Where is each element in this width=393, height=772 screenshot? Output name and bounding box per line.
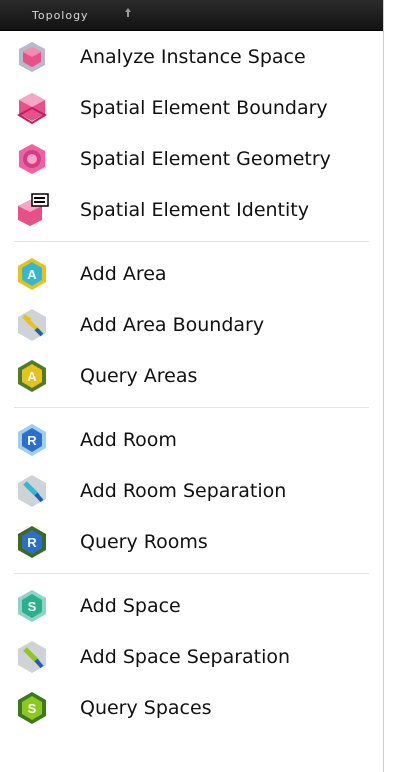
analyze-instance-space-icon [19, 41, 45, 72]
menu-item-label: Query Areas [80, 364, 198, 387]
menu-separator [14, 573, 369, 574]
add-area-icon: A [18, 257, 46, 290]
menu-item-add-area[interactable]: A Add Area [0, 248, 383, 299]
svg-text:A: A [27, 369, 37, 384]
query-rooms-icon: R [18, 525, 46, 558]
menu-item-query-areas[interactable]: A Query Areas [0, 350, 383, 401]
menu-item-label: Add Space [80, 594, 181, 617]
menu-item-add-area-boundary[interactable]: Add Area Boundary [0, 299, 383, 350]
svg-text:R: R [27, 433, 37, 448]
query-spaces-icon: S [18, 691, 46, 724]
space-group: S Add Space Add Space Separation S Query… [0, 580, 383, 733]
svg-text:R: R [27, 535, 37, 550]
svg-text:S: S [28, 599, 37, 614]
menu-item-add-room-separation[interactable]: Add Room Separation [0, 465, 383, 516]
menu-item-add-space[interactable]: S Add Space [0, 580, 383, 631]
menu-item-spatial-element-geometry[interactable]: Spatial Element Geometry [0, 133, 383, 184]
menu-item-label: Spatial Element Boundary [80, 96, 328, 119]
spatial-element-group: Analyze Instance Space Spatial Element B… [0, 31, 383, 235]
spatial-element-identity-icon [18, 192, 49, 226]
menu-item-label: Add Room Separation [80, 479, 287, 502]
menu-title-bar: Topology [0, 0, 383, 31]
spatial-element-boundary-icon [16, 92, 48, 124]
spatial-element-geometry-icon [19, 143, 45, 174]
topology-menu: Topology Analyze Instance Space Spatial … [0, 0, 384, 772]
menu-item-analyze-instance-space[interactable]: Analyze Instance Space [0, 31, 383, 82]
menu-title: Topology [32, 9, 89, 22]
svg-text:A: A [27, 267, 37, 282]
add-room-icon: R [18, 423, 46, 456]
menu-separator [14, 241, 369, 242]
menu-item-label: Query Rooms [80, 530, 208, 553]
menu-item-spatial-element-boundary[interactable]: Spatial Element Boundary [0, 82, 383, 133]
add-space-icon: S [18, 589, 46, 622]
add-space-separation-icon [18, 640, 46, 673]
menu-item-label: Add Area Boundary [80, 313, 265, 336]
room-group: R Add Room Add Room Separation R Query R… [0, 414, 383, 567]
area-group: A Add Area Add Area Boundary A Query Are… [0, 248, 383, 401]
menu-item-query-spaces[interactable]: S Query Spaces [0, 682, 383, 733]
menu-item-label: Add Space Separation [80, 645, 291, 668]
menu-item-add-room[interactable]: R Add Room [0, 414, 383, 465]
add-room-separation-icon [18, 474, 46, 507]
menu-item-label: Analyze Instance Space [80, 45, 306, 68]
pin-icon[interactable] [122, 7, 134, 19]
svg-text:S: S [28, 701, 37, 716]
menu-item-spatial-element-identity[interactable]: Spatial Element Identity [0, 184, 383, 235]
menu-item-label: Spatial Element Geometry [80, 147, 331, 170]
menu-separator [14, 407, 369, 408]
query-areas-icon: A [18, 359, 46, 392]
add-area-boundary-icon [18, 308, 46, 341]
menu-item-add-space-separation[interactable]: Add Space Separation [0, 631, 383, 682]
menu-item-label: Spatial Element Identity [80, 198, 309, 221]
menu-item-label: Query Spaces [80, 696, 212, 719]
menu-item-query-rooms[interactable]: R Query Rooms [0, 516, 383, 567]
menu-item-label: Add Room [80, 428, 177, 451]
menu-item-label: Add Area [80, 262, 167, 285]
